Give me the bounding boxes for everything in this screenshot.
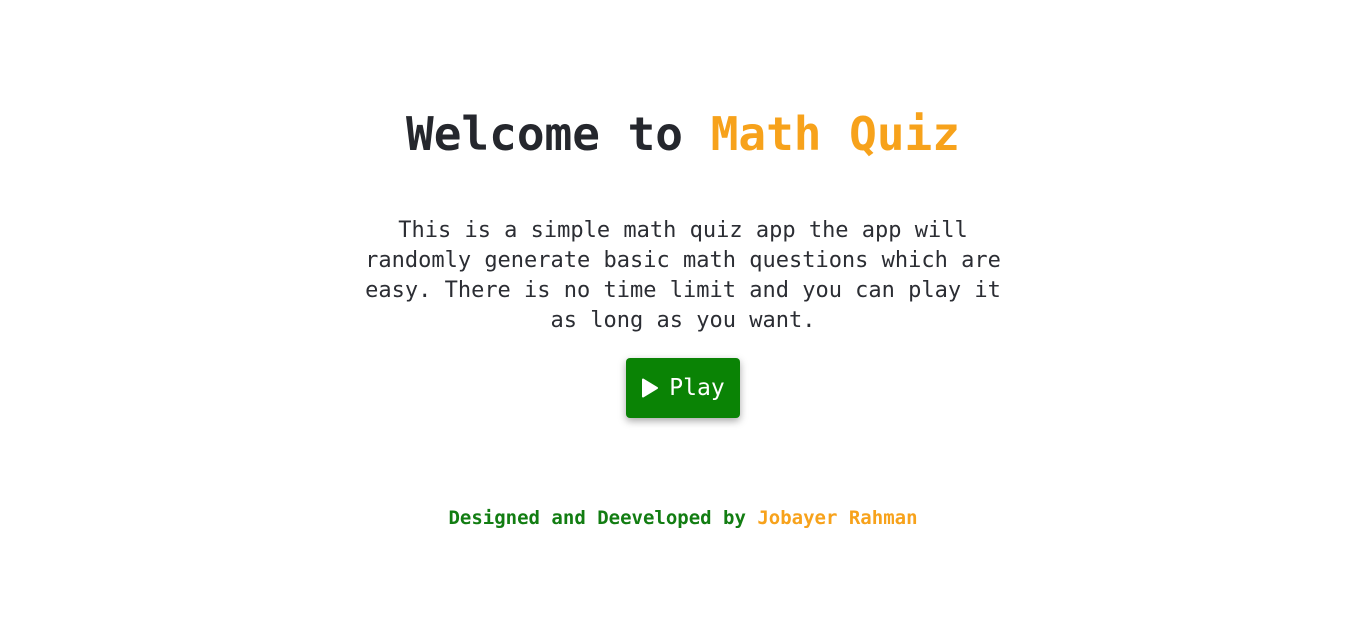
credit-label: Designed and Deeveloped by xyxy=(448,507,746,529)
title-prefix: Welcome to xyxy=(406,107,711,161)
title-highlight: Math Quiz xyxy=(710,107,960,161)
app-description: This is a simple math quiz app the app w… xyxy=(365,218,1001,333)
play-icon xyxy=(642,378,659,398)
play-button[interactable]: Play xyxy=(626,358,740,418)
page-title: Welcome to Math Quiz xyxy=(0,104,1366,164)
footer-credit: Designed and Deeveloped by Jobayer Rahma… xyxy=(0,505,1366,531)
play-button-label: Play xyxy=(669,375,725,401)
author-name: Jobayer Rahman xyxy=(757,507,918,529)
